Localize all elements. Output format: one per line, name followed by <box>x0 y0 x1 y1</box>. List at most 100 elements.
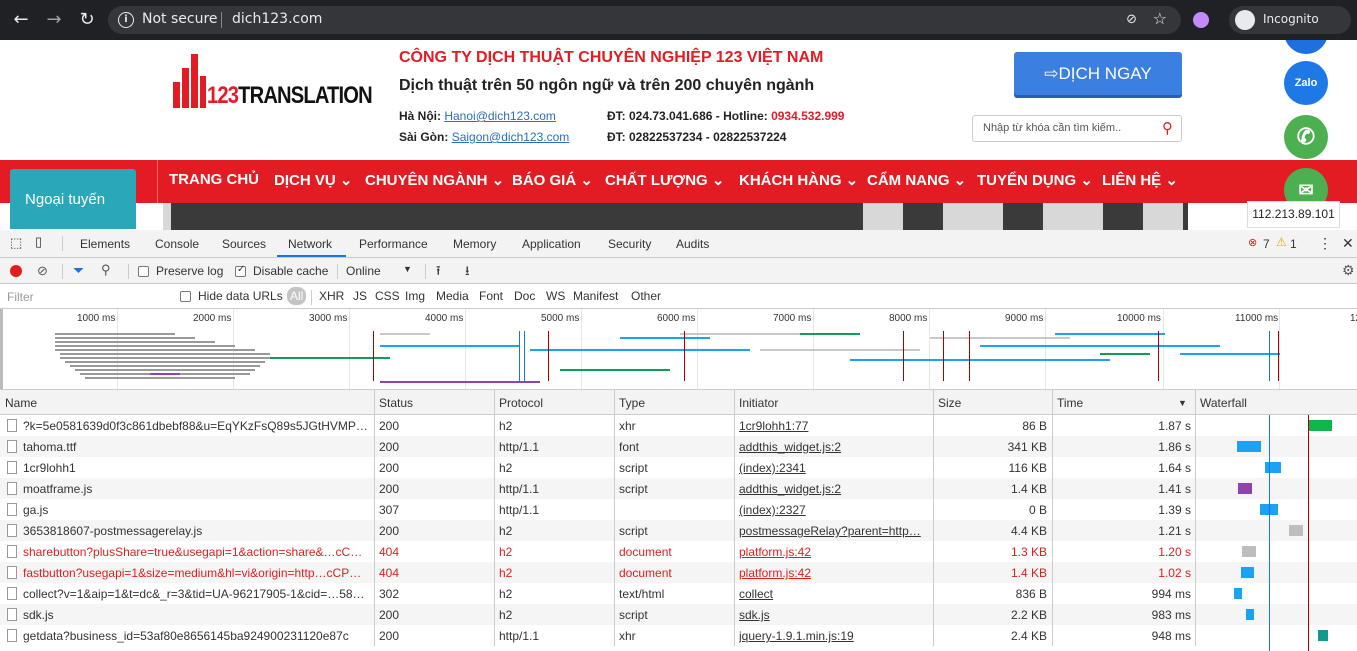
tab-application[interactable]: Application <box>522 237 581 251</box>
request-initiator-link[interactable]: jquery-1.9.1.min.js:19 <box>739 629 929 643</box>
waterfall-bar[interactable] <box>1289 525 1303 536</box>
more-options-icon[interactable]: ⋮ <box>1318 235 1332 252</box>
close-icon[interactable]: ✕ <box>1342 235 1354 252</box>
gear-icon[interactable]: ⚙ <box>1342 262 1355 279</box>
column-name[interactable]: Name <box>5 396 37 410</box>
request-row[interactable]: tahoma.ttf 200 http/1.1 font addthis_widget.… <box>0 436 1357 457</box>
saigon-email-link[interactable]: Saigon@dich123.com <box>452 130 570 144</box>
reload-icon[interactable]: ↻ <box>75 8 99 32</box>
export-har-icon[interactable]: ⭳ <box>465 262 470 284</box>
request-initiator-link[interactable]: addthis_widget.js:2 <box>739 482 929 496</box>
filter-icon[interactable]: ⏷ <box>73 262 84 279</box>
error-icon[interactable]: ⊗ <box>1248 236 1257 249</box>
profile-button[interactable]: Incognito <box>1229 6 1351 34</box>
warning-icon[interactable]: ⚠ <box>1276 235 1287 249</box>
type-filter-manifest[interactable]: Manifest <box>573 289 618 303</box>
tab-network[interactable]: Network <box>288 237 332 251</box>
tab-console[interactable]: Console <box>155 237 199 251</box>
url-text[interactable]: dich123.com <box>232 11 322 27</box>
inspect-element-icon[interactable]: ⬚ <box>10 235 22 251</box>
messenger-icon[interactable] <box>1284 40 1328 54</box>
column-size[interactable]: Size <box>938 396 961 410</box>
nav-item-services[interactable]: DỊCH VỤ ⌄ <box>274 171 352 189</box>
request-name[interactable]: moatframe.js <box>23 482 371 496</box>
request-initiator-link[interactable]: addthis_widget.js:2 <box>739 440 929 454</box>
forward-arrow-icon[interactable]: → <box>42 8 66 32</box>
column-status[interactable]: Status <box>379 396 413 410</box>
chevron-down-icon[interactable]: ▼ <box>403 264 412 274</box>
request-name[interactable]: sharebutton?plusShare=true&usegapi=1&act… <box>23 545 371 559</box>
waterfall-bar[interactable] <box>1241 567 1254 578</box>
request-name[interactable]: tahoma.ttf <box>23 440 371 454</box>
sort-descending-icon[interactable]: ▼ <box>1178 398 1187 408</box>
site-search-input[interactable]: Nhập từ khóa cần tìm kiếm.. ⚲ <box>972 115 1182 142</box>
preserve-log-checkbox[interactable] <box>138 266 149 277</box>
type-filter-js[interactable]: JS <box>353 289 367 303</box>
request-name[interactable]: ga.js <box>23 503 371 517</box>
column-type[interactable]: Type <box>619 396 645 410</box>
site-logo[interactable]: 123TRANSLATION <box>173 48 373 109</box>
type-filter-img[interactable]: Img <box>405 289 425 303</box>
request-row[interactable]: moatframe.js 200 http/1.1 script addthis_wid… <box>0 478 1357 499</box>
tab-sources[interactable]: Sources <box>222 237 266 251</box>
import-har-icon[interactable]: ⭱ <box>436 262 441 284</box>
nav-item-pricing[interactable]: BÁO GIÁ ⌄ <box>512 171 593 189</box>
request-row[interactable]: ga.js 307 http/1.1 (index):2327 0 B 1.39 s <box>0 499 1357 520</box>
type-filter-font[interactable]: Font <box>479 289 503 303</box>
search-icon[interactable]: ⚲ <box>101 262 111 278</box>
column-waterfall[interactable]: Waterfall <box>1200 396 1247 410</box>
address-bar[interactable]: i Not secure dich123.com ⊘ ☆ <box>108 6 1181 34</box>
nav-item-specialties[interactable]: CHUYÊN NGÀNH ⌄ <box>365 171 504 189</box>
zalo-icon[interactable]: Zalo <box>1284 61 1328 105</box>
request-name[interactable]: 1cr9lohh1 <box>23 461 371 475</box>
request-name[interactable]: fastbutton?usegapi=1&size=medium&hl=vi&o… <box>23 566 371 580</box>
request-name[interactable]: getdata?business_id=53af80e8656145ba9249… <box>23 629 371 643</box>
type-filter-other[interactable]: Other <box>631 289 661 303</box>
request-initiator-link[interactable]: (index):2341 <box>739 461 929 475</box>
filter-input[interactable]: Filter <box>2 287 167 305</box>
waterfall-bar[interactable] <box>1318 630 1328 641</box>
type-filter-doc[interactable]: Doc <box>514 289 535 303</box>
extension-icon[interactable] <box>1193 12 1209 28</box>
request-row[interactable]: 1cr9lohh1 200 h2 script (index):2341 116 KB 1.… <box>0 457 1357 478</box>
hotline-number[interactable]: 0934.532.999 <box>771 109 844 123</box>
tab-elements[interactable]: Elements <box>80 237 130 251</box>
info-icon[interactable]: i <box>118 12 134 28</box>
search-icon[interactable]: ⚲ <box>1162 119 1173 137</box>
hide-data-urls-checkbox[interactable] <box>180 291 191 302</box>
request-row[interactable]: ?k=5e0581639d0f3c861dbebf88&u=EqYKzFsQ89… <box>0 415 1357 436</box>
waterfall-bar[interactable] <box>1234 588 1242 599</box>
network-overview[interactable]: 1000 ms 2000 ms 3000 ms 4000 ms 5000 ms … <box>0 309 1357 390</box>
offline-chat-tab[interactable]: Ngoại tuyến <box>10 169 136 229</box>
column-time[interactable]: Time <box>1057 396 1083 410</box>
type-filter-css[interactable]: CSS <box>375 289 400 303</box>
tab-memory[interactable]: Memory <box>453 237 496 251</box>
waterfall-bar[interactable] <box>1238 483 1252 494</box>
request-name[interactable]: sdk.js <box>23 608 371 622</box>
request-row[interactable]: getdata?business_id=53af80e8656145ba9249… <box>0 625 1357 646</box>
request-initiator-link[interactable]: collect <box>739 587 929 601</box>
type-filter-xhr[interactable]: XHR <box>319 289 344 303</box>
tab-performance[interactable]: Performance <box>359 237 428 251</box>
column-initiator[interactable]: Initiator <box>739 396 778 410</box>
waterfall-bar[interactable] <box>1260 504 1278 515</box>
request-name[interactable]: ?k=5e0581639d0f3c861dbebf88&u=EqYKzFsQ89… <box>23 419 371 433</box>
device-toolbar-icon[interactable]: ▯ <box>35 234 42 250</box>
request-initiator-link[interactable]: sdk.js <box>739 608 929 622</box>
request-initiator-link[interactable]: (index):2327 <box>739 503 929 517</box>
type-filter-ws[interactable]: WS <box>546 289 565 303</box>
nav-item-handbook[interactable]: CẨM NANG ⌄ <box>867 171 966 189</box>
throttling-select[interactable]: Online <box>346 264 381 278</box>
request-initiator-link[interactable]: postmessageRelay?parent=http… <box>739 524 929 538</box>
phone-icon[interactable]: ✆ <box>1284 115 1328 159</box>
type-filter-all[interactable]: All <box>287 287 307 305</box>
waterfall-bar[interactable] <box>1246 609 1254 620</box>
request-row[interactable]: sdk.js 200 h2 script sdk.js 2.2 KB 983 ms <box>0 604 1357 625</box>
waterfall-bar[interactable] <box>1237 441 1261 452</box>
back-arrow-icon[interactable]: ← <box>9 8 33 32</box>
tab-security[interactable]: Security <box>608 237 651 251</box>
request-row[interactable]: 3653818607-postmessagerelay.js 200 h2 scrip… <box>0 520 1357 541</box>
waterfall-bar[interactable] <box>1265 462 1281 473</box>
clear-icon[interactable]: ⊘ <box>37 263 48 279</box>
request-initiator-link[interactable]: platform.js:42 <box>739 545 929 559</box>
